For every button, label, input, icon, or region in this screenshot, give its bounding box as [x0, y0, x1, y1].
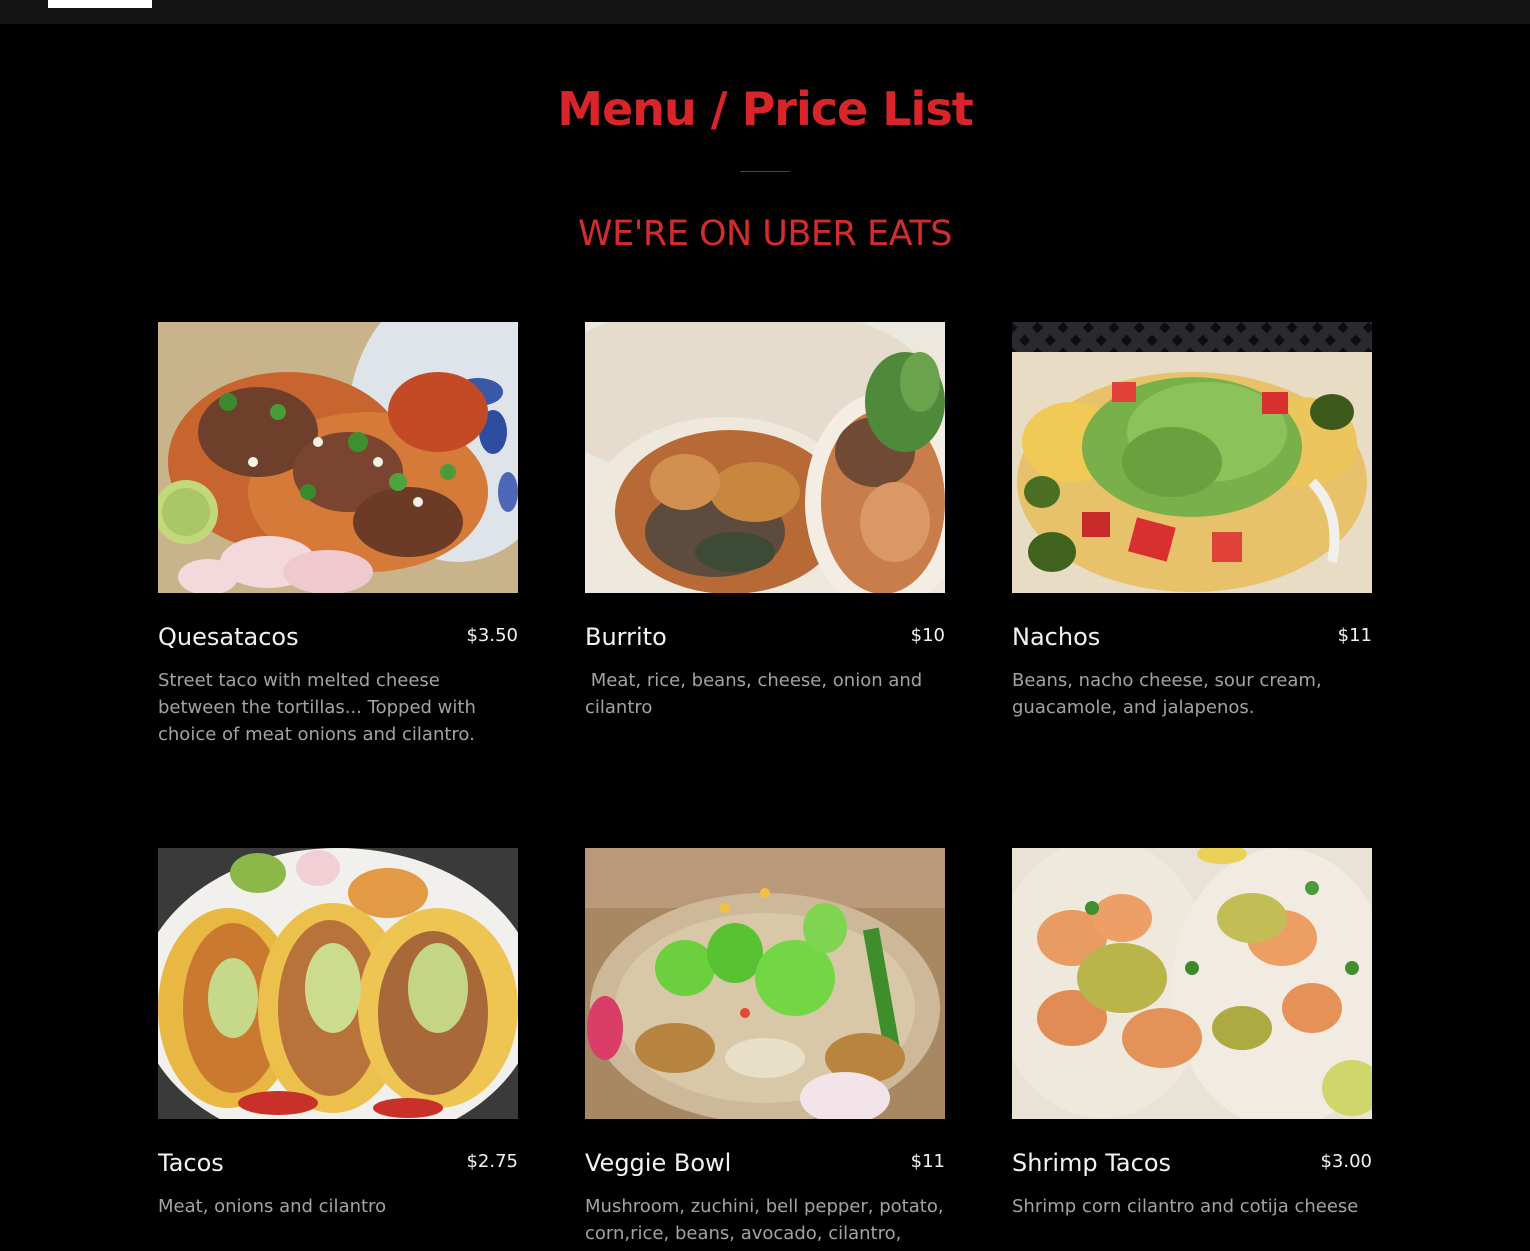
menu-item-price: $10 [910, 625, 945, 646]
menu-item-price: $11 [1337, 625, 1372, 646]
title-divider [740, 171, 790, 172]
menu-item-description: Street taco with melted cheese between t… [158, 670, 482, 745]
menu-item-name: Quesatacos [158, 623, 299, 651]
menu-item-description: Mushroom, zuchini, bell pepper, potato, … [585, 1196, 950, 1244]
quesatacos-photo [158, 322, 518, 593]
burrito-photo [585, 322, 945, 593]
tacos-photo [158, 848, 518, 1119]
top-navigation-bar [0, 0, 1530, 24]
veggie-bowl-photo [585, 848, 945, 1119]
shrimp-tacos-photo [1012, 848, 1372, 1119]
menu-item-description: Meat, rice, beans, cheese, onion and cil… [585, 670, 928, 718]
menu-item-name: Tacos [158, 1149, 224, 1177]
menu-item-price: $11 [910, 1151, 945, 1172]
menu-item-price: $3.00 [1320, 1151, 1372, 1172]
page-title: Menu / Price List [557, 82, 973, 136]
menu-item-quesatacos: Quesatacos $3.50 Street taco with melted… [158, 322, 518, 748]
menu-item-name: Nachos [1012, 623, 1101, 651]
menu-item-description: Beans, nacho cheese, sour cream, guacamo… [1012, 670, 1328, 718]
menu-item-shrimp-tacos: Shrimp Tacos $3.00 Shrimp corn cilantro … [1012, 848, 1372, 1220]
menu-item-description: Shrimp corn cilantro and cotija cheese [1012, 1196, 1359, 1217]
menu-item-nachos: Nachos $11 Beans, nacho cheese, sour cre… [1012, 322, 1372, 721]
uber-eats-subtitle: WE'RE ON UBER EATS [578, 214, 952, 254]
menu-item-name: Veggie Bowl [585, 1149, 732, 1177]
menu-item-burrito: Burrito $10 Meat, rice, beans, cheese, o… [585, 322, 945, 721]
nachos-photo [1012, 322, 1372, 593]
site-logo[interactable] [48, 0, 152, 8]
menu-item-tacos: Tacos $2.75 Meat, onions and cilantro [158, 848, 518, 1220]
menu-item-price: $2.75 [466, 1151, 518, 1172]
menu-item-veggie-bowl: Veggie Bowl $11 Mushroom, zuchini, bell … [585, 848, 945, 1247]
menu-item-name: Shrimp Tacos [1012, 1149, 1171, 1177]
menu-item-description: Meat, onions and cilantro [158, 1196, 387, 1217]
menu-item-price: $3.50 [466, 625, 518, 646]
menu-item-name: Burrito [585, 623, 667, 651]
